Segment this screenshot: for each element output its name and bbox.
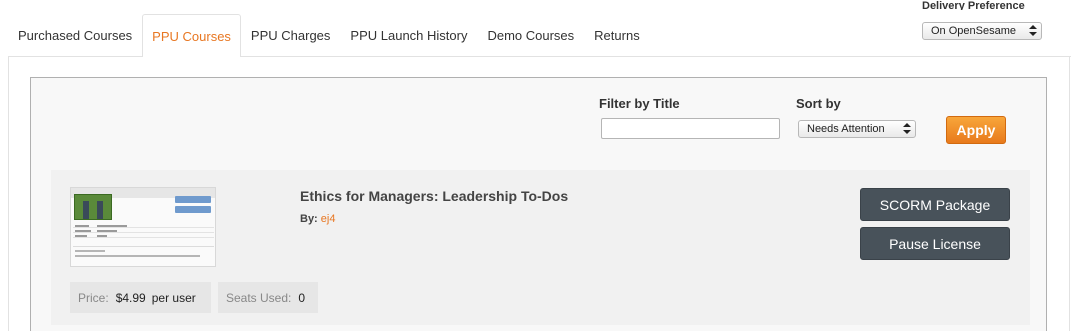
apply-button[interactable]: Apply xyxy=(946,116,1006,144)
course-tabs: Purchased Courses PPU Courses PPU Charge… xyxy=(8,14,650,57)
course-author-line: By: ej4 xyxy=(300,213,335,225)
delivery-preference-label: Delivery Preference xyxy=(922,0,1025,10)
sort-by-select[interactable]: Needs Attention xyxy=(798,120,916,138)
delivery-preference: Delivery Preference On OpenSesame xyxy=(922,0,1042,40)
tab-returns[interactable]: Returns xyxy=(584,14,650,56)
price-value: $4.99 xyxy=(115,290,146,305)
by-label: By: xyxy=(300,213,318,225)
price-unit: per user xyxy=(151,290,196,305)
tab-ppu-launch-history[interactable]: PPU Launch History xyxy=(340,14,477,56)
tab-ppu-courses[interactable]: PPU Courses xyxy=(142,14,241,57)
sort-by-label: Sort by xyxy=(796,96,841,111)
sort-by-value: Needs Attention xyxy=(807,123,885,135)
price-badge: Price: $4.99 per user xyxy=(70,282,211,313)
course-author-link[interactable]: ej4 xyxy=(321,213,336,225)
video-preview-image xyxy=(74,194,112,220)
course-title[interactable]: Ethics for Managers: Leadership To-Dos xyxy=(300,188,568,204)
scorm-package-button[interactable]: SCORM Package xyxy=(860,188,1010,221)
tab-purchased-courses[interactable]: Purchased Courses xyxy=(8,14,142,56)
pause-license-button[interactable]: Pause License xyxy=(860,227,1010,260)
filter-by-title-input[interactable] xyxy=(601,118,780,139)
delivery-preference-value: On OpenSesame xyxy=(931,25,1016,37)
delivery-preference-select[interactable]: On OpenSesame xyxy=(922,22,1042,40)
select-arrows-icon xyxy=(1029,25,1037,37)
select-arrows-icon xyxy=(903,123,911,135)
seats-used-badge: Seats Used: 0 xyxy=(218,282,318,313)
tab-ppu-charges[interactable]: PPU Charges xyxy=(241,14,340,56)
filter-by-title-label: Filter by Title xyxy=(599,96,680,111)
price-label: Price: xyxy=(78,290,109,305)
seats-used-value: 0 xyxy=(298,290,306,305)
seats-used-label: Seats Used: xyxy=(226,290,292,305)
course-thumbnail[interactable] xyxy=(70,187,216,267)
tab-demo-courses[interactable]: Demo Courses xyxy=(477,14,584,56)
